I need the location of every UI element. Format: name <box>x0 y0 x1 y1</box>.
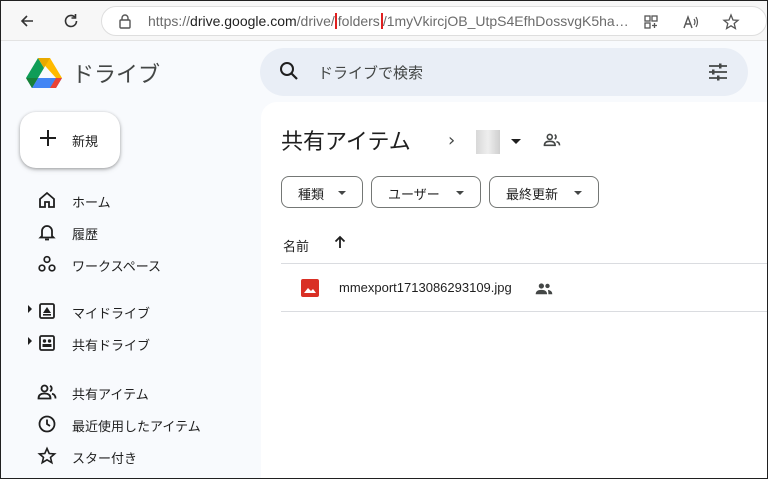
lock-icon[interactable] <box>118 13 132 33</box>
star-favorite-icon[interactable] <box>720 11 742 33</box>
filter-chip-people[interactable]: ユーザー <box>371 176 481 208</box>
new-button-label: 新規 <box>72 135 99 150</box>
expand-caret-icon[interactable] <box>28 305 32 313</box>
breadcrumb-separator: › <box>448 130 456 151</box>
workspaces-icon <box>37 254 57 278</box>
home-icon <box>37 190 57 214</box>
sidebar-item-label: 共有ドライブ <box>72 339 151 354</box>
search-bar[interactable]: ドライブで検索 <box>260 48 748 96</box>
window: https://drive.google.com/drive/folders/1… <box>0 0 768 479</box>
filter-chip-label: 種類 <box>298 188 325 203</box>
sidebar-item-starred[interactable]: スター付き <box>1 442 256 470</box>
plus-icon <box>38 128 58 152</box>
table-row[interactable]: mmexport1713086293109.jpg <box>281 264 767 312</box>
my-drive-icon <box>37 301 57 325</box>
sidebar-item-shared-with-me[interactable]: 共有アイテム <box>1 378 256 406</box>
breadcrumb-folder-thumbnail[interactable] <box>476 130 500 154</box>
new-button[interactable]: 新規 <box>20 112 120 168</box>
url-host: drive.google.com <box>190 13 297 29</box>
chevron-down-icon <box>574 191 582 195</box>
divider <box>281 311 767 312</box>
sidebar-item-label: ホーム <box>72 196 111 211</box>
url-path-b: /1myVkircjOB_UtpS4EfhDossvgK5hae... <box>382 13 630 29</box>
bell-icon <box>37 222 57 246</box>
refresh-icon[interactable] <box>57 7 85 35</box>
url-text[interactable]: https://drive.google.com/drive/folders/1… <box>148 13 630 29</box>
sidebar-item-label: スター付き <box>72 452 138 467</box>
sidebar-item-activity[interactable]: 履歴 <box>1 218 256 246</box>
chevron-down-icon <box>456 191 464 195</box>
shared-drive-icon <box>37 333 57 357</box>
sidebar-item-shared-drives[interactable]: 共有ドライブ <box>1 329 256 357</box>
sort-arrow-up-icon[interactable] <box>333 234 347 254</box>
read-aloud-icon[interactable] <box>680 11 702 33</box>
sidebar-item-label: 履歴 <box>72 228 99 243</box>
search-input[interactable]: ドライブで検索 <box>318 62 423 83</box>
sidebar-item-label: ワークスペース <box>72 260 162 275</box>
file-name[interactable]: mmexport1713086293109.jpg <box>339 280 512 295</box>
clock-icon <box>37 414 57 438</box>
filter-chip-modified[interactable]: 最終更新 <box>489 176 599 208</box>
url-path-a: /drive/ <box>296 13 335 29</box>
drive-logo-icon[interactable] <box>25 56 63 94</box>
sidebar-item-my-drive[interactable]: マイドライブ <box>1 297 256 325</box>
chevron-down-icon[interactable] <box>511 139 521 144</box>
url-prefix: https:// <box>148 13 191 29</box>
back-icon[interactable] <box>13 7 41 35</box>
filter-chip-type[interactable]: 種類 <box>281 176 363 208</box>
browser-toolbar: https://drive.google.com/drive/folders/1… <box>1 1 767 41</box>
sidebar-item-workspaces[interactable]: ワークスペース <box>1 250 256 278</box>
expand-caret-icon[interactable] <box>28 337 32 345</box>
filter-chip-label: ユーザー <box>388 188 440 203</box>
search-options-icon[interactable] <box>707 61 729 87</box>
page-title[interactable]: 共有アイテム <box>281 124 411 156</box>
shared-people-icon <box>535 281 553 300</box>
sidebar-item-home[interactable]: ホーム <box>1 186 256 214</box>
filter-chip-label: 最終更新 <box>506 188 559 203</box>
people-icon <box>37 382 57 406</box>
star-icon <box>37 446 57 470</box>
sidebar-item-label: マイドライブ <box>72 307 151 322</box>
image-file-icon <box>301 279 319 301</box>
address-bar[interactable]: https://drive.google.com/drive/folders/1… <box>101 6 767 36</box>
chevron-down-icon <box>338 191 346 195</box>
sidebar-item-recent[interactable]: 最近使用したアイテム <box>1 410 256 438</box>
grid-icon[interactable] <box>640 11 662 33</box>
sidebar-item-label: 共有アイテム <box>72 388 149 403</box>
main-panel: 共有アイテム › 種類 ユーザー 最終更新 名前 mmexport1713086… <box>261 102 767 478</box>
column-header-name[interactable]: 名前 <box>283 236 309 255</box>
share-people-icon[interactable] <box>543 132 561 152</box>
search-icon[interactable] <box>278 60 300 86</box>
sidebar-item-label: 最近使用したアイテム <box>72 420 201 435</box>
brand-name[interactable]: ドライブ <box>72 57 160 89</box>
url-highlight-folders: folders <box>334 13 383 29</box>
